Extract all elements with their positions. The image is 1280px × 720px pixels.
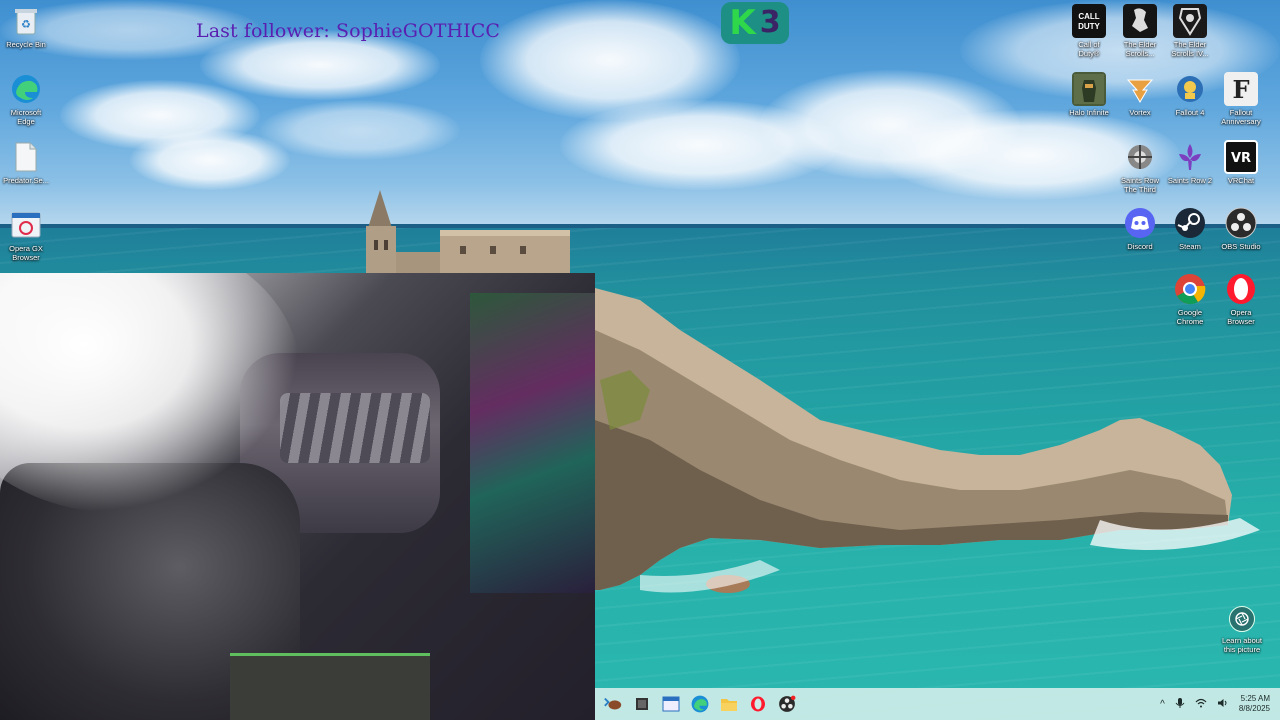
svg-text:DUTY: DUTY bbox=[1078, 22, 1100, 31]
desktop-icon-saints-row-2[interactable]: Saints Row 2 bbox=[1164, 140, 1216, 185]
learn-about-picture-button[interactable]: Learn about this picture bbox=[1216, 606, 1268, 654]
edge-icon[interactable] bbox=[690, 694, 710, 714]
elder-scrolls-iv-icon bbox=[1173, 4, 1207, 38]
taskbar-clock[interactable]: 5:25 AM 8/8/2025 bbox=[1239, 694, 1270, 714]
desktop-icon-label: Fallout 4 bbox=[1175, 108, 1205, 117]
opera-icon bbox=[1224, 272, 1258, 306]
clock-time: 5:25 AM bbox=[1240, 694, 1270, 703]
desktop-icon-label: The Elder Scrolls IV... bbox=[1171, 40, 1209, 58]
desktop-icon-fallout-4[interactable]: Fallout 4 bbox=[1164, 72, 1216, 117]
widgets-icon[interactable] bbox=[603, 694, 623, 714]
fallout-anniversary-icon: F bbox=[1224, 72, 1258, 106]
desktop-icon-edge[interactable]: Microsoft Edge bbox=[0, 72, 52, 126]
call-of-duty-icon: CALL DUTY bbox=[1072, 4, 1106, 38]
file-explorer-icon[interactable] bbox=[719, 694, 739, 714]
obs-icon bbox=[1224, 206, 1258, 240]
webcam-feed bbox=[0, 273, 595, 720]
webcam-desk bbox=[230, 653, 430, 720]
desktop-icon-label: Discord bbox=[1127, 242, 1153, 251]
window-app-icon[interactable] bbox=[661, 694, 681, 714]
wifi-icon[interactable] bbox=[1195, 698, 1207, 711]
desktop-icon-opera[interactable]: Opera Browser bbox=[1215, 272, 1267, 326]
opera-icon[interactable] bbox=[748, 694, 768, 714]
desktop-icon-elder-scrolls[interactable]: The Elder Scrolls... bbox=[1114, 4, 1166, 58]
desktop-icon-label: VRChat bbox=[1227, 176, 1255, 185]
desktop-icon-label: Fallout Anniversary bbox=[1221, 108, 1261, 126]
desktop-icon-elder-scrolls-iv[interactable]: The Elder Scrolls IV... bbox=[1164, 4, 1216, 58]
taskbar-apps bbox=[603, 688, 797, 720]
volume-icon[interactable] bbox=[1217, 698, 1229, 711]
desktop-icon-halo-infinite[interactable]: Halo Infinite bbox=[1063, 72, 1115, 117]
svg-text:VR: VR bbox=[1231, 151, 1251, 166]
desktop-icon-label: The Elder Scrolls... bbox=[1123, 40, 1157, 58]
opera-gx-icon bbox=[9, 208, 43, 242]
vrchat-icon: VR bbox=[1224, 140, 1258, 174]
steam-icon bbox=[1173, 206, 1207, 240]
desktop-icon-label: Recycle Bin bbox=[6, 40, 46, 49]
webcam-tapestry bbox=[470, 293, 595, 593]
microphone-icon[interactable] bbox=[1175, 697, 1185, 712]
desktop-icon-vortex[interactable]: Vortex bbox=[1114, 72, 1166, 117]
desktop-icon-label: OBS Studio bbox=[1221, 242, 1261, 251]
desktop-icon-obs[interactable]: OBS Studio bbox=[1215, 206, 1267, 251]
halo-infinite-icon bbox=[1072, 72, 1106, 106]
chrome-icon bbox=[1173, 272, 1207, 306]
k3-number: 3 bbox=[759, 5, 781, 40]
svg-text:F: F bbox=[1232, 75, 1249, 104]
desktop-icon-label: Call of Duty® bbox=[1078, 40, 1100, 58]
obs-icon[interactable] bbox=[777, 694, 797, 714]
desktop-icon-label: Saints Row 2 bbox=[1167, 176, 1213, 185]
desktop-icon-label: Predator.Se... bbox=[3, 176, 49, 185]
desktop-icon-vrchat[interactable]: VR VRChat bbox=[1215, 140, 1267, 185]
desktop-icon-chrome[interactable]: Google Chrome bbox=[1164, 272, 1216, 326]
desktop-icon-label: Microsoft Edge bbox=[10, 108, 42, 126]
desktop-icon-saints-row-third[interactable]: Saints Row The Third bbox=[1114, 140, 1166, 194]
file-icon bbox=[9, 140, 43, 174]
desktop-icon-predator[interactable]: Predator.Se... bbox=[0, 140, 52, 185]
discord-icon bbox=[1123, 206, 1157, 240]
desktop-icon-label: Opera GX Browser bbox=[9, 244, 43, 262]
desktop-icon-fallout-anniversary[interactable]: F Fallout Anniversary bbox=[1215, 72, 1267, 126]
desktop-icon-label: Halo Infinite bbox=[1069, 108, 1109, 117]
vortex-icon bbox=[1123, 72, 1157, 106]
task-view-icon[interactable] bbox=[632, 694, 652, 714]
desktop-icon-label: Vortex bbox=[1129, 108, 1151, 117]
desktop-icon-label: Saints Row The Third bbox=[1121, 176, 1159, 194]
recycle-bin-icon: ♻ bbox=[9, 4, 43, 38]
saints-row-2-icon bbox=[1173, 140, 1207, 174]
desktop-icon-discord[interactable]: Discord bbox=[1114, 206, 1166, 251]
taskbar: ^ 5:25 AM 8/8/2025 bbox=[595, 688, 1280, 720]
desktop-icon-label: Opera Browser bbox=[1227, 308, 1255, 326]
learn-about-picture-label: Learn about this picture bbox=[1221, 636, 1263, 654]
saints-row-third-icon bbox=[1123, 140, 1157, 174]
camera-icon bbox=[1229, 606, 1255, 632]
clock-date: 8/8/2025 bbox=[1238, 704, 1270, 713]
desktop-icon-label: Google Chrome bbox=[1176, 308, 1204, 326]
chevron-up-icon[interactable]: ^ bbox=[1160, 699, 1165, 710]
desktop-icon-recycle-bin[interactable]: ♻ Recycle Bin bbox=[0, 4, 52, 49]
desktop-icon-call-of-duty[interactable]: CALL DUTY Call of Duty® bbox=[1063, 4, 1115, 58]
svg-text:♻: ♻ bbox=[21, 18, 31, 31]
last-follower-text: Last follower: SophieGOTHICC bbox=[196, 20, 501, 42]
system-tray: ^ 5:25 AM 8/8/2025 bbox=[1160, 688, 1270, 720]
k3-logo: K 3 bbox=[721, 2, 789, 44]
desktop-icon-label: Steam bbox=[1179, 242, 1201, 251]
svg-text:CALL: CALL bbox=[1078, 12, 1099, 21]
k3-letter: K bbox=[729, 3, 756, 43]
fallout-4-icon bbox=[1173, 72, 1207, 106]
desktop-icon-opera-gx[interactable]: Opera GX Browser bbox=[0, 208, 52, 262]
elder-scrolls-icon bbox=[1123, 4, 1157, 38]
edge-icon bbox=[9, 72, 43, 106]
webcam-blanket bbox=[280, 393, 430, 463]
desktop-icon-steam[interactable]: Steam bbox=[1164, 206, 1216, 251]
